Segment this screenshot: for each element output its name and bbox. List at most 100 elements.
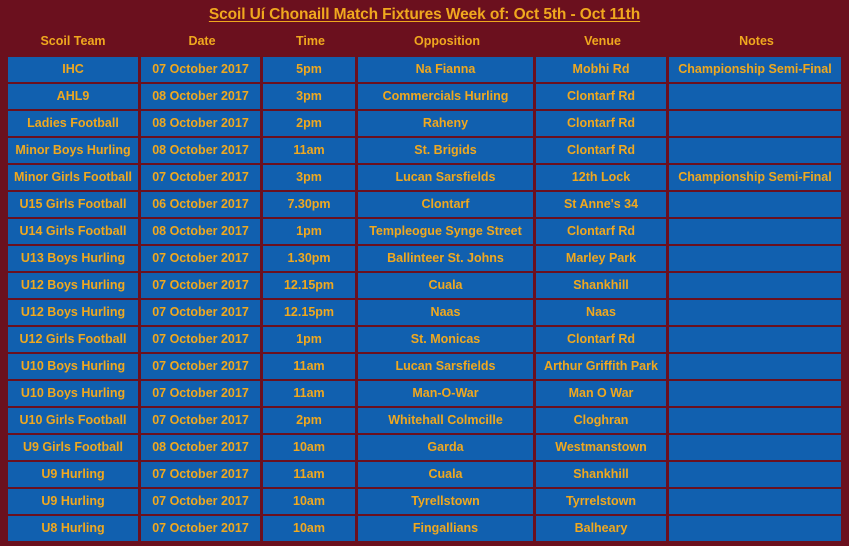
cell-team: U10 Girls Football bbox=[5, 408, 141, 435]
cell-time: 1pm bbox=[263, 219, 358, 246]
column-header-notes: Notes bbox=[669, 30, 844, 54]
cell-opposition: Tyrellstown bbox=[358, 489, 536, 516]
table-row: Ladies Football 08 October 2017 2pm Raheny C… bbox=[5, 111, 844, 138]
cell-venue: Tyrrelstown bbox=[536, 489, 669, 516]
cell-date: 07 October 2017 bbox=[141, 246, 263, 273]
cell-opposition: Whitehall Colmcille bbox=[358, 408, 536, 435]
cell-notes bbox=[669, 354, 844, 381]
table-row: U12 Girls Football 07 October 2017 1pm St. … bbox=[5, 327, 844, 354]
cell-team: U12 Boys Hurling bbox=[5, 273, 141, 300]
cell-team: U15 Girls Football bbox=[5, 192, 141, 219]
cell-notes bbox=[669, 273, 844, 300]
cell-venue: 12th Lock bbox=[536, 165, 669, 192]
cell-opposition: Lucan Sarsfields bbox=[358, 165, 536, 192]
table-row: U9 Girls Football 08 October 2017 10am Gard… bbox=[5, 435, 844, 462]
table-row: U15 Girls Football 06 October 2017 7.30pm C… bbox=[5, 192, 844, 219]
cell-time: 3pm bbox=[263, 165, 358, 192]
table-row: Minor Girls Football 07 October 2017 3pm Lu… bbox=[5, 165, 844, 192]
cell-notes bbox=[669, 516, 844, 546]
cell-date: 07 October 2017 bbox=[141, 327, 263, 354]
cell-opposition: Clontarf bbox=[358, 192, 536, 219]
table-header: Scoil Team Date Time Opposition Venue No… bbox=[5, 30, 844, 54]
cell-date: 08 October 2017 bbox=[141, 138, 263, 165]
cell-team: AHL9 bbox=[5, 84, 141, 111]
cell-notes bbox=[669, 435, 844, 462]
cell-venue: Westmanstown bbox=[536, 435, 669, 462]
table-row: U8 Hurling 07 October 2017 10am Fingallians… bbox=[5, 516, 844, 546]
fixtures-page: Scoil Uí Chonaill Match Fixtures Week of… bbox=[0, 0, 849, 546]
table-row: U12 Boys Hurling 07 October 2017 12.15pm Na… bbox=[5, 300, 844, 327]
cell-venue: Cloghran bbox=[536, 408, 669, 435]
cell-opposition: Raheny bbox=[358, 111, 536, 138]
cell-team: U14 Girls Football bbox=[5, 219, 141, 246]
table-row: IHC 07 October 2017 5pm Na Fianna Mobhi Rd Ch… bbox=[5, 54, 844, 84]
cell-time: 5pm bbox=[263, 54, 358, 84]
cell-team: U9 Hurling bbox=[5, 462, 141, 489]
table-row: U14 Girls Football 08 October 2017 1pm Temp… bbox=[5, 219, 844, 246]
table-row: Minor Boys Hurling 08 October 2017 11am St.… bbox=[5, 138, 844, 165]
cell-opposition: Man-O-War bbox=[358, 381, 536, 408]
cell-notes bbox=[669, 300, 844, 327]
table-row: U10 Boys Hurling 07 October 2017 11am Man-O… bbox=[5, 381, 844, 408]
cell-team: U12 Girls Football bbox=[5, 327, 141, 354]
cell-team: U12 Boys Hurling bbox=[5, 300, 141, 327]
cell-time: 2pm bbox=[263, 111, 358, 138]
table-row: U10 Boys Hurling 07 October 2017 11am Lucan… bbox=[5, 354, 844, 381]
cell-time: 3pm bbox=[263, 84, 358, 111]
cell-time: 11am bbox=[263, 354, 358, 381]
cell-opposition: St. Brigids bbox=[358, 138, 536, 165]
cell-venue: Shankhill bbox=[536, 462, 669, 489]
cell-notes bbox=[669, 381, 844, 408]
cell-opposition: Na Fianna bbox=[358, 54, 536, 84]
cell-team: IHC bbox=[5, 54, 141, 84]
cell-venue: Clontarf Rd bbox=[536, 111, 669, 138]
cell-time: 11am bbox=[263, 381, 358, 408]
cell-notes bbox=[669, 84, 844, 111]
cell-date: 07 October 2017 bbox=[141, 408, 263, 435]
fixtures-table: Scoil Team Date Time Opposition Venue No… bbox=[5, 30, 844, 546]
cell-venue: Naas bbox=[536, 300, 669, 327]
cell-notes bbox=[669, 462, 844, 489]
cell-date: 07 October 2017 bbox=[141, 273, 263, 300]
cell-date: 08 October 2017 bbox=[141, 435, 263, 462]
cell-venue: Clontarf Rd bbox=[536, 219, 669, 246]
cell-date: 07 October 2017 bbox=[141, 354, 263, 381]
cell-date: 08 October 2017 bbox=[141, 219, 263, 246]
cell-time: 10am bbox=[263, 489, 358, 516]
cell-notes bbox=[669, 192, 844, 219]
cell-team: Minor Girls Football bbox=[5, 165, 141, 192]
cell-date: 06 October 2017 bbox=[141, 192, 263, 219]
cell-date: 07 October 2017 bbox=[141, 489, 263, 516]
cell-notes: Championship Semi-Final bbox=[669, 54, 844, 84]
cell-opposition: Commercials Hurling bbox=[358, 84, 536, 111]
cell-date: 08 October 2017 bbox=[141, 111, 263, 138]
page-title-bar: Scoil Uí Chonaill Match Fixtures Week of… bbox=[0, 0, 849, 30]
cell-date: 07 October 2017 bbox=[141, 462, 263, 489]
cell-venue: Marley Park bbox=[536, 246, 669, 273]
column-header-opposition: Opposition bbox=[358, 30, 536, 54]
column-header-scoil-team: Scoil Team bbox=[5, 30, 141, 54]
cell-date: 07 October 2017 bbox=[141, 54, 263, 84]
cell-opposition: Cuala bbox=[358, 462, 536, 489]
cell-notes bbox=[669, 327, 844, 354]
cell-time: 12.15pm bbox=[263, 273, 358, 300]
page-title: Scoil Uí Chonaill Match Fixtures Week of… bbox=[208, 6, 641, 23]
cell-time: 1.30pm bbox=[263, 246, 358, 273]
cell-notes bbox=[669, 408, 844, 435]
cell-date: 07 October 2017 bbox=[141, 381, 263, 408]
cell-opposition: Cuala bbox=[358, 273, 536, 300]
cell-notes bbox=[669, 111, 844, 138]
cell-time: 11am bbox=[263, 462, 358, 489]
cell-team: Minor Boys Hurling bbox=[5, 138, 141, 165]
cell-team: U13 Boys Hurling bbox=[5, 246, 141, 273]
cell-opposition: Templeogue Synge Street bbox=[358, 219, 536, 246]
cell-team: U8 Hurling bbox=[5, 516, 141, 546]
cell-team: U9 Girls Football bbox=[5, 435, 141, 462]
cell-time: 7.30pm bbox=[263, 192, 358, 219]
cell-date: 07 October 2017 bbox=[141, 165, 263, 192]
table-row: U13 Boys Hurling 07 October 2017 1.30pm Bal… bbox=[5, 246, 844, 273]
cell-venue: Shankhill bbox=[536, 273, 669, 300]
cell-venue: Clontarf Rd bbox=[536, 327, 669, 354]
cell-opposition: Garda bbox=[358, 435, 536, 462]
cell-time: 2pm bbox=[263, 408, 358, 435]
